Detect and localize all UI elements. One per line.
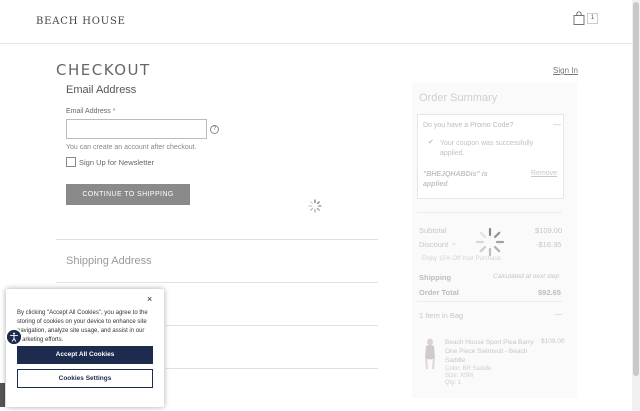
cookie-consent-text: By clicking "Accept All Cookies", you ag… [17,310,148,343]
email-label-text: Email Address [66,108,111,115]
discount-label[interactable]: Discount [419,240,448,249]
email-label: Email Address * [66,108,115,115]
applied-promo-code: "BHEJQHABDis" is applied [423,171,488,188]
chevron-down-icon[interactable]: ⌄ [451,239,457,247]
subtotal-value: $109.00 [535,226,563,235]
shipping-value: Calculated at next step [493,273,560,280]
loading-spinner-icon [475,227,505,257]
promo-code-question[interactable]: Do you have a Promo Code? [423,122,513,129]
scrollbar-thumb[interactable] [633,2,639,376]
remove-promo-link[interactable]: Remove [531,170,557,177]
section-divider [166,325,378,326]
items-in-bag-label[interactable]: 1 Item in Bag [419,311,463,320]
sign-in-link[interactable]: Sign In [553,66,578,75]
product-thumbnail[interactable] [421,338,439,370]
discount-value: -$16.35 [536,240,562,249]
newsletter-label[interactable]: Sign Up for Newsletter [79,158,154,167]
checkmark-icon: ✔ [428,139,434,146]
section-divider [56,239,378,240]
required-marker: * [112,108,116,115]
section-divider [56,282,378,283]
brand-logo[interactable]: BEACH HOUSE [36,16,126,27]
product-size: Size: XSM [445,373,474,379]
question-circle-icon[interactable]: ? [210,125,219,134]
order-total-value: $92.65 [538,288,561,297]
summary-divider [417,212,562,213]
continue-to-shipping-button[interactable]: CONTINUE TO SHIPPING [66,184,190,205]
cookies-settings-button[interactable]: Cookies Settings [17,369,153,388]
product-price: $109.00 [541,338,565,345]
collapse-icon[interactable]: — [555,309,563,318]
product-name[interactable]: Beach House Sport Plea Barry One Piece S… [445,338,535,365]
newsletter-checkbox[interactable] [66,157,76,167]
subtotal-label: Subtotal [419,226,447,235]
email-section-title: Email Address [66,84,137,96]
close-icon[interactable]: × [147,294,152,304]
order-summary-title: Order Summary [419,92,498,104]
section-divider [166,368,378,369]
product-qty: Qty: 1 [445,380,462,386]
accept-all-cookies-button[interactable]: Accept All Cookies [17,346,153,364]
collapse-icon[interactable]: — [553,120,561,129]
shopping-bag-icon[interactable] [573,11,585,25]
loading-spinner-icon [308,199,322,213]
email-input[interactable] [66,119,207,139]
bag-count-badge[interactable]: 1 [587,13,598,24]
accessibility-icon[interactable] [5,328,23,346]
page-edge-block [0,383,5,407]
summary-divider [417,301,562,302]
shipping-label: Shipping [419,273,452,282]
page-title: CHECKOUT [56,61,151,79]
email-hint: You can create an account after checkout… [66,144,197,151]
order-total-label: Order Total [419,288,459,297]
shipping-section-title: Shipping Address [66,255,152,267]
product-color: Color: BR Saddle [445,366,492,372]
promo-success-message: Your coupon was successfully applied. [440,140,534,157]
